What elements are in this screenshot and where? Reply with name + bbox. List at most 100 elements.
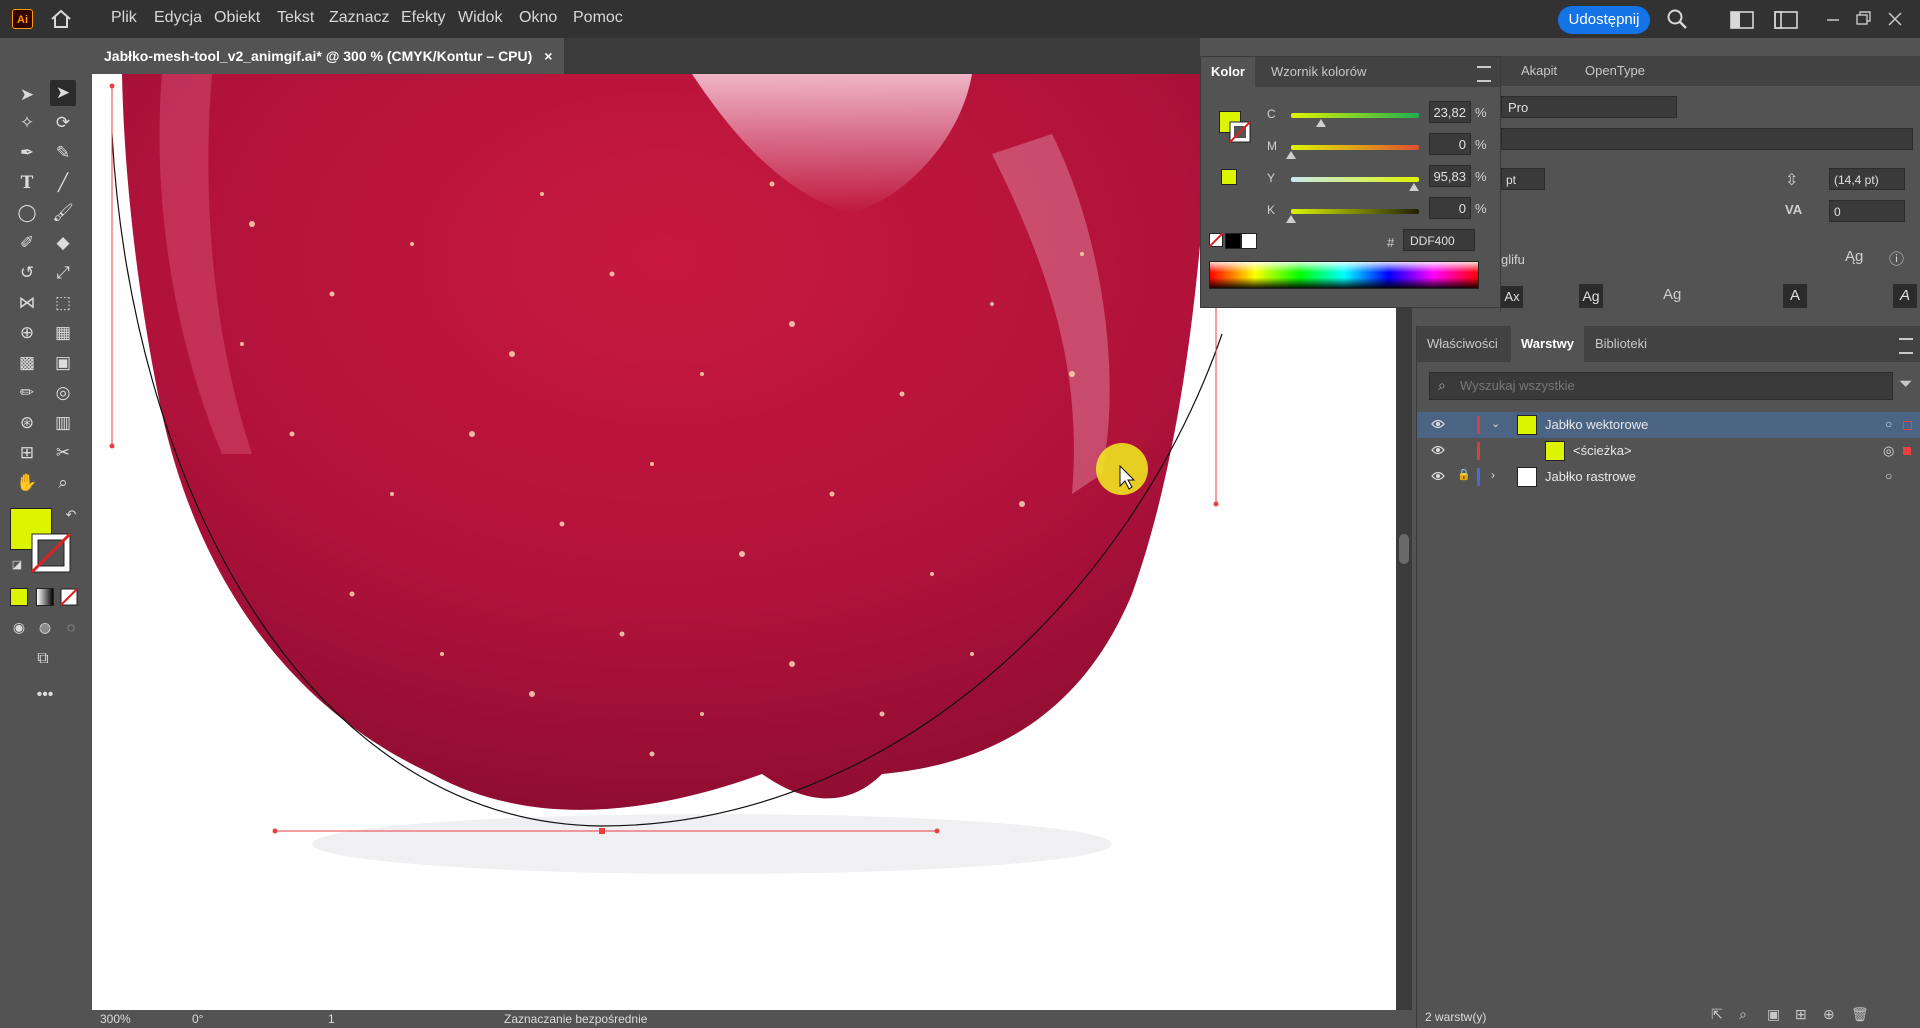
- value-y[interactable]: 95,83: [1429, 165, 1471, 187]
- value-k[interactable]: 0: [1429, 197, 1471, 219]
- lock-icon[interactable]: 🔒: [1457, 468, 1471, 481]
- ellipse-tool-icon[interactable]: ◯: [14, 200, 40, 226]
- perspective-grid-icon[interactable]: ▦: [50, 320, 76, 346]
- glyph-snap-4-icon[interactable]: A: [1783, 284, 1807, 308]
- value-c[interactable]: 23,82: [1429, 101, 1471, 123]
- glyph-snap-5-icon[interactable]: A: [1893, 284, 1917, 308]
- locate-object-icon[interactable]: ⌕: [1739, 1006, 1747, 1023]
- scale-tool-icon[interactable]: ⤢: [50, 260, 76, 286]
- scrollbar-thumb[interactable]: [1399, 534, 1409, 564]
- draw-behind-icon[interactable]: ◍: [32, 614, 58, 640]
- edit-toolbar-icon[interactable]: •••: [32, 682, 58, 708]
- hand-tool-icon[interactable]: ✋: [14, 470, 40, 496]
- tab-wzornik-kolorow[interactable]: Wzornik kolorów: [1261, 57, 1376, 87]
- swap-fill-stroke-icon[interactable]: ↶: [58, 502, 84, 528]
- free-transform-icon[interactable]: ⬚: [50, 290, 76, 316]
- info-icon[interactable]: ⓘ: [1889, 248, 1904, 269]
- line-tool-icon[interactable]: ╱: [50, 170, 76, 196]
- blend-tool-icon[interactable]: ◎: [50, 380, 76, 406]
- leading-field[interactable]: (14,4 pt): [1829, 168, 1905, 190]
- panel-menu-icon[interactable]: [1477, 66, 1491, 82]
- black-swatch[interactable]: [1225, 233, 1241, 249]
- rotate-tool-icon[interactable]: ↺: [14, 260, 40, 286]
- layer-name[interactable]: Jabłko rastrowe: [1545, 469, 1636, 484]
- gradient-tool-icon[interactable]: ▣: [50, 350, 76, 376]
- slider-knob-c[interactable]: [1316, 119, 1326, 127]
- none-swatch[interactable]: [1209, 233, 1223, 247]
- new-layer-icon[interactable]: ⊕: [1823, 1006, 1835, 1023]
- arrange-documents-icon[interactable]: [1774, 11, 1798, 29]
- menu-widok[interactable]: Widok: [458, 9, 502, 27]
- selection-indicator[interactable]: [1903, 421, 1912, 430]
- glyph-snap-2-icon[interactable]: Ag: [1579, 284, 1603, 308]
- slider-knob-y[interactable]: [1409, 183, 1419, 191]
- visibility-icon[interactable]: [1431, 471, 1445, 481]
- collapse-chevron-icon[interactable]: ⌄: [1491, 417, 1500, 430]
- eyedropper-icon[interactable]: ✏: [14, 380, 40, 406]
- tab-biblioteki[interactable]: Biblioteki: [1585, 326, 1657, 362]
- layer-name[interactable]: Jabłko wektorowe: [1545, 417, 1648, 432]
- layer-name[interactable]: <ścieżka>: [1573, 443, 1632, 458]
- expand-chevron-icon[interactable]: ›: [1491, 468, 1495, 482]
- slider-track-k[interactable]: [1291, 209, 1419, 214]
- rotation-value[interactable]: 0°: [192, 1012, 203, 1026]
- tab-opentype[interactable]: OpenType: [1575, 56, 1655, 86]
- font-size-field[interactable]: pt: [1501, 168, 1545, 190]
- share-button[interactable]: Udostępnij: [1558, 6, 1650, 34]
- layer-row[interactable]: <ścieżka> ◎: [1417, 438, 1920, 464]
- screen-mode-icon[interactable]: ⧉: [30, 646, 56, 672]
- visibility-icon[interactable]: [1431, 445, 1445, 455]
- menu-edycja[interactable]: Edycja: [154, 9, 202, 27]
- slider-track-c[interactable]: [1291, 113, 1419, 118]
- lasso-icon[interactable]: ⟳: [50, 110, 76, 136]
- tab-warstwy[interactable]: Warstwy: [1511, 326, 1584, 362]
- menu-okno[interactable]: Okno: [519, 9, 557, 27]
- close-window-icon[interactable]: [1884, 10, 1906, 28]
- white-swatch[interactable]: [1241, 233, 1257, 249]
- tab-akapit[interactable]: Akapit: [1511, 56, 1567, 86]
- menu-tekst[interactable]: Tekst: [277, 9, 314, 27]
- pen-tool-icon[interactable]: ✒: [14, 140, 40, 166]
- draw-inside-icon[interactable]: ◌: [58, 614, 84, 640]
- layers-menu-icon[interactable]: [1899, 338, 1913, 354]
- eraser-icon[interactable]: ◆: [50, 230, 76, 256]
- hex-input[interactable]: DDF400: [1403, 229, 1475, 251]
- artboard-tool-icon[interactable]: ⊞: [14, 440, 40, 466]
- glyph-snap-1-icon[interactable]: Ax: [1501, 286, 1523, 308]
- color-spectrum[interactable]: [1209, 261, 1479, 289]
- direct-selection-tool-icon[interactable]: ➤: [50, 80, 76, 106]
- zoom-level[interactable]: 300%: [100, 1012, 131, 1026]
- document-tab[interactable]: Jabłko-mesh-tool_v2_animgif.ai* @ 300 % …: [92, 38, 565, 74]
- color-stroke-swatch[interactable]: [1229, 121, 1251, 143]
- type-tool-icon[interactable]: T: [14, 170, 40, 196]
- shaper-tool-icon[interactable]: ✐: [14, 230, 40, 256]
- slider-knob-k[interactable]: [1286, 215, 1296, 223]
- delete-layer-icon[interactable]: 🗑: [1851, 1006, 1869, 1023]
- graph-tool-icon[interactable]: ▥: [50, 410, 76, 436]
- tracking-field[interactable]: 0: [1829, 200, 1905, 222]
- draw-normal-icon[interactable]: ◉: [6, 614, 32, 640]
- filter-icon[interactable]: ⏷: [1899, 374, 1913, 394]
- menu-plik[interactable]: Plik: [111, 9, 137, 27]
- menu-efekty[interactable]: Efekty: [401, 9, 445, 27]
- glyph-snap-3-icon[interactable]: Ag: [1663, 286, 1681, 303]
- new-sublayer-icon[interactable]: ⊞: [1795, 1006, 1807, 1023]
- slider-track-m[interactable]: [1291, 145, 1419, 150]
- symbol-sprayer-icon[interactable]: ⊛: [14, 410, 40, 436]
- font-family-field[interactable]: Pro: [1501, 96, 1677, 118]
- tab-kolor[interactable]: Kolor: [1201, 57, 1255, 87]
- stroke-swatch[interactable]: [30, 532, 72, 574]
- none-mode-icon[interactable]: [60, 588, 78, 606]
- out-of-gamut-swatch[interactable]: [1221, 169, 1237, 185]
- close-tab-icon[interactable]: ×: [544, 48, 552, 64]
- search-icon[interactable]: [1666, 8, 1688, 30]
- tab-wlasciwosci[interactable]: Właściwości: [1417, 326, 1508, 362]
- home-icon[interactable]: [50, 9, 72, 29]
- target-icon[interactable]: ○: [1885, 417, 1892, 431]
- target-icon[interactable]: ○: [1885, 469, 1892, 483]
- selection-tool-icon[interactable]: ➤: [14, 82, 40, 108]
- shape-builder-icon[interactable]: ⊕: [14, 320, 40, 346]
- target-selected-icon[interactable]: ◎: [1883, 443, 1894, 459]
- width-tool-icon[interactable]: ⋈: [14, 290, 40, 316]
- restore-icon[interactable]: [1852, 10, 1874, 28]
